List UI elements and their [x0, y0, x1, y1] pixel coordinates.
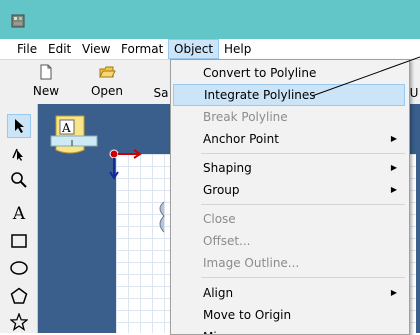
polygon-tool[interactable] — [7, 284, 31, 308]
menu-item-move-to-origin[interactable]: Move to Origin — [173, 304, 405, 326]
star-icon — [10, 313, 28, 331]
menu-item-shaping[interactable]: Shaping ▶ — [173, 157, 405, 179]
menu-item-integrate-polylines[interactable]: Integrate Polylines — [173, 84, 405, 106]
menu-separator — [201, 277, 405, 278]
menu-item-align[interactable]: Align ▶ — [173, 282, 405, 304]
menu-view[interactable]: View — [77, 39, 115, 59]
text-tool[interactable]: A — [7, 202, 31, 226]
shaping-label: Shaping — [203, 161, 252, 175]
menu-item-close: Close — [203, 212, 236, 226]
origin-marker — [109, 149, 119, 159]
menu-item-offset: Offset... — [203, 234, 251, 248]
menu-separator — [201, 204, 405, 205]
align-label: Align — [203, 286, 234, 300]
star-tool[interactable] — [7, 310, 31, 334]
ellipse-icon — [10, 261, 28, 275]
submenu-arrow-icon: ▶ — [390, 134, 397, 143]
menu-bar: File Edit View Format Object Help — [0, 39, 420, 59]
ellipse-tool[interactable] — [7, 256, 31, 280]
open-folder-icon — [99, 66, 116, 78]
svg-text:A: A — [61, 121, 71, 135]
text-object-icon[interactable]: A — [50, 112, 100, 162]
menu-item-image-outline: Image Outline... — [203, 256, 300, 270]
submenu-arrow-icon: ▶ — [390, 163, 397, 172]
node-pointer-icon — [12, 148, 23, 161]
object-menu-dropdown: Convert to Polyline Integrate Polylines … — [170, 59, 410, 335]
title-bar — [0, 0, 420, 39]
magnifier-icon — [11, 172, 27, 188]
menu-item-mirror[interactable]: Mi — [173, 326, 405, 334]
menu-item-anchor-point[interactable]: Anchor Point ▶ — [173, 128, 405, 150]
menu-item-break-polyline: Break Polyline — [203, 110, 288, 124]
menu-help[interactable]: Help — [219, 39, 256, 59]
menu-file[interactable]: File — [12, 39, 42, 59]
submenu-arrow-icon: ▶ — [390, 185, 397, 194]
rectangle-tool[interactable] — [7, 229, 31, 253]
rectangle-icon — [11, 234, 27, 248]
new-button[interactable]: New — [30, 62, 62, 102]
app-icon — [11, 14, 25, 28]
menu-object[interactable]: Object — [168, 39, 220, 59]
menu-item-convert-to-polyline[interactable]: Convert to Polyline — [173, 62, 405, 84]
menu-format[interactable]: Format — [116, 39, 168, 59]
toolbox: A — [0, 104, 38, 333]
save-label: Sa — [153, 86, 169, 100]
select-tool[interactable] — [7, 114, 31, 138]
anchor-point-label: Anchor Point — [203, 132, 279, 146]
group-label: Group — [203, 183, 240, 197]
submenu-arrow-icon: ▶ — [390, 288, 397, 297]
open-label: Open — [90, 84, 124, 98]
new-label: New — [32, 84, 60, 98]
new-document-icon — [40, 64, 52, 80]
node-edit-tool[interactable] — [7, 142, 31, 166]
zoom-tool[interactable] — [7, 168, 31, 192]
menu-item-group[interactable]: Group ▶ — [173, 179, 405, 201]
menu-separator — [201, 153, 405, 154]
save-button[interactable]: Sa — [152, 62, 170, 102]
pointer-arrow-icon — [15, 119, 24, 133]
text-tool-label: A — [12, 204, 26, 224]
pentagon-icon — [10, 287, 28, 304]
menu-edit[interactable]: Edit — [43, 39, 76, 59]
open-button[interactable]: Open — [89, 62, 125, 102]
